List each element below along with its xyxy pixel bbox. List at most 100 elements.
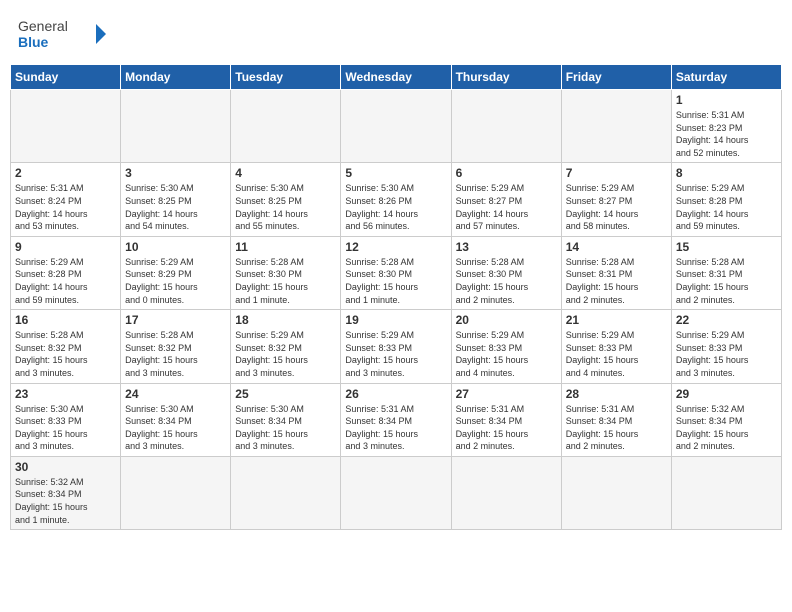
cell-info: Sunrise: 5:29 AM Sunset: 8:33 PM Dayligh… — [566, 329, 667, 379]
day-number: 2 — [15, 166, 116, 180]
calendar-cell — [561, 90, 671, 163]
day-number: 19 — [345, 313, 446, 327]
cell-info: Sunrise: 5:28 AM Sunset: 8:32 PM Dayligh… — [125, 329, 226, 379]
calendar-cell: 24 Sunrise: 5:30 AM Sunset: 8:34 PM Dayli… — [121, 383, 231, 456]
weekday-header-friday: Friday — [561, 65, 671, 90]
day-number: 5 — [345, 166, 446, 180]
cell-info: Sunrise: 5:28 AM Sunset: 8:31 PM Dayligh… — [566, 256, 667, 306]
logo: General Blue — [18, 14, 108, 54]
calendar-cell: 19 Sunrise: 5:29 AM Sunset: 8:33 PM Dayli… — [341, 310, 451, 383]
calendar-cell — [341, 456, 451, 529]
day-number: 3 — [125, 166, 226, 180]
cell-info: Sunrise: 5:28 AM Sunset: 8:30 PM Dayligh… — [235, 256, 336, 306]
calendar-cell — [11, 90, 121, 163]
calendar-cell: 9Sunrise: 5:29 AM Sunset: 8:28 PM Daylig… — [11, 236, 121, 309]
calendar-cell: 23 Sunrise: 5:30 AM Sunset: 8:33 PM Dayli… — [11, 383, 121, 456]
cell-info: Sunrise: 5:29 AM Sunset: 8:32 PM Dayligh… — [235, 329, 336, 379]
day-number: 14 — [566, 240, 667, 254]
logo-svg: General Blue — [18, 14, 108, 54]
cell-info: Sunrise: 5:29 AM Sunset: 8:29 PM Dayligh… — [125, 256, 226, 306]
day-number: 1 — [676, 93, 777, 107]
cell-info: Sunrise: 5:30 AM Sunset: 8:34 PM Dayligh… — [125, 403, 226, 453]
day-number: 18 — [235, 313, 336, 327]
calendar-cell: 14 Sunrise: 5:28 AM Sunset: 8:31 PM Dayli… — [561, 236, 671, 309]
calendar-cell: 22Sunrise: 5:29 AM Sunset: 8:33 PM Dayli… — [671, 310, 781, 383]
cell-info: Sunrise: 5:31 AM Sunset: 8:34 PM Dayligh… — [456, 403, 557, 453]
day-number: 30 — [15, 460, 116, 474]
day-number: 24 — [125, 387, 226, 401]
calendar-cell: 28 Sunrise: 5:31 AM Sunset: 8:34 PM Dayli… — [561, 383, 671, 456]
calendar-cell — [451, 456, 561, 529]
weekday-header-wednesday: Wednesday — [341, 65, 451, 90]
calendar-cell — [451, 90, 561, 163]
cell-info: Sunrise: 5:31 AM Sunset: 8:34 PM Dayligh… — [345, 403, 446, 453]
cell-info: Sunrise: 5:29 AM Sunset: 8:33 PM Dayligh… — [676, 329, 777, 379]
calendar-cell: 30 Sunrise: 5:32 AM Sunset: 8:34 PM Dayli… — [11, 456, 121, 529]
cell-info: Sunrise: 5:29 AM Sunset: 8:27 PM Dayligh… — [456, 182, 557, 232]
day-number: 11 — [235, 240, 336, 254]
calendar-cell: 6 Sunrise: 5:29 AM Sunset: 8:27 PM Daylig… — [451, 163, 561, 236]
svg-text:General: General — [18, 18, 68, 34]
calendar-cell: 10 Sunrise: 5:29 AM Sunset: 8:29 PM Dayli… — [121, 236, 231, 309]
calendar-cell: 18 Sunrise: 5:29 AM Sunset: 8:32 PM Dayli… — [231, 310, 341, 383]
week-row-3: 16 Sunrise: 5:28 AM Sunset: 8:32 PM Dayli… — [11, 310, 782, 383]
day-number: 28 — [566, 387, 667, 401]
day-number: 15 — [676, 240, 777, 254]
weekday-header-row: SundayMondayTuesdayWednesdayThursdayFrid… — [11, 65, 782, 90]
calendar-cell — [121, 456, 231, 529]
svg-text:Blue: Blue — [18, 34, 49, 50]
day-number: 13 — [456, 240, 557, 254]
cell-info: Sunrise: 5:28 AM Sunset: 8:32 PM Dayligh… — [15, 329, 116, 379]
day-number: 6 — [456, 166, 557, 180]
week-row-0: 1 Sunrise: 5:31 AM Sunset: 8:23 PM Daylig… — [11, 90, 782, 163]
calendar-cell: 29Sunrise: 5:32 AM Sunset: 8:34 PM Dayli… — [671, 383, 781, 456]
calendar-cell: 7 Sunrise: 5:29 AM Sunset: 8:27 PM Daylig… — [561, 163, 671, 236]
calendar-cell — [561, 456, 671, 529]
cell-info: Sunrise: 5:30 AM Sunset: 8:33 PM Dayligh… — [15, 403, 116, 453]
calendar-cell — [671, 456, 781, 529]
calendar-cell: 25Sunrise: 5:30 AM Sunset: 8:34 PM Dayli… — [231, 383, 341, 456]
calendar-cell: 3Sunrise: 5:30 AM Sunset: 8:25 PM Daylig… — [121, 163, 231, 236]
day-number: 20 — [456, 313, 557, 327]
week-row-4: 23 Sunrise: 5:30 AM Sunset: 8:33 PM Dayli… — [11, 383, 782, 456]
day-number: 17 — [125, 313, 226, 327]
cell-info: Sunrise: 5:30 AM Sunset: 8:25 PM Dayligh… — [235, 182, 336, 232]
calendar-cell: 5 Sunrise: 5:30 AM Sunset: 8:26 PM Daylig… — [341, 163, 451, 236]
cell-info: Sunrise: 5:32 AM Sunset: 8:34 PM Dayligh… — [15, 476, 116, 526]
calendar-table: SundayMondayTuesdayWednesdayThursdayFrid… — [10, 64, 782, 530]
weekday-header-thursday: Thursday — [451, 65, 561, 90]
cell-info: Sunrise: 5:30 AM Sunset: 8:26 PM Dayligh… — [345, 182, 446, 232]
calendar-cell: 1 Sunrise: 5:31 AM Sunset: 8:23 PM Daylig… — [671, 90, 781, 163]
cell-info: Sunrise: 5:28 AM Sunset: 8:30 PM Dayligh… — [456, 256, 557, 306]
weekday-header-tuesday: Tuesday — [231, 65, 341, 90]
cell-info: Sunrise: 5:29 AM Sunset: 8:27 PM Dayligh… — [566, 182, 667, 232]
week-row-2: 9Sunrise: 5:29 AM Sunset: 8:28 PM Daylig… — [11, 236, 782, 309]
day-number: 12 — [345, 240, 446, 254]
calendar-cell: 20Sunrise: 5:29 AM Sunset: 8:33 PM Dayli… — [451, 310, 561, 383]
calendar-cell: 27Sunrise: 5:31 AM Sunset: 8:34 PM Dayli… — [451, 383, 561, 456]
day-number: 16 — [15, 313, 116, 327]
calendar-cell: 16 Sunrise: 5:28 AM Sunset: 8:32 PM Dayli… — [11, 310, 121, 383]
day-number: 10 — [125, 240, 226, 254]
calendar-cell: 21Sunrise: 5:29 AM Sunset: 8:33 PM Dayli… — [561, 310, 671, 383]
calendar-cell: 2 Sunrise: 5:31 AM Sunset: 8:24 PM Daylig… — [11, 163, 121, 236]
cell-info: Sunrise: 5:28 AM Sunset: 8:31 PM Dayligh… — [676, 256, 777, 306]
week-row-5: 30 Sunrise: 5:32 AM Sunset: 8:34 PM Dayli… — [11, 456, 782, 529]
cell-info: Sunrise: 5:28 AM Sunset: 8:30 PM Dayligh… — [345, 256, 446, 306]
day-number: 29 — [676, 387, 777, 401]
calendar-cell: 26Sunrise: 5:31 AM Sunset: 8:34 PM Dayli… — [341, 383, 451, 456]
calendar-cell: 12 Sunrise: 5:28 AM Sunset: 8:30 PM Dayli… — [341, 236, 451, 309]
calendar-cell — [121, 90, 231, 163]
day-number: 23 — [15, 387, 116, 401]
day-number: 25 — [235, 387, 336, 401]
cell-info: Sunrise: 5:31 AM Sunset: 8:23 PM Dayligh… — [676, 109, 777, 159]
day-number: 7 — [566, 166, 667, 180]
day-number: 9 — [15, 240, 116, 254]
cell-info: Sunrise: 5:31 AM Sunset: 8:24 PM Dayligh… — [15, 182, 116, 232]
weekday-header-monday: Monday — [121, 65, 231, 90]
cell-info: Sunrise: 5:31 AM Sunset: 8:34 PM Dayligh… — [566, 403, 667, 453]
cell-info: Sunrise: 5:29 AM Sunset: 8:33 PM Dayligh… — [345, 329, 446, 379]
header-area: General Blue — [10, 10, 782, 58]
weekday-header-saturday: Saturday — [671, 65, 781, 90]
calendar-cell: 4Sunrise: 5:30 AM Sunset: 8:25 PM Daylig… — [231, 163, 341, 236]
